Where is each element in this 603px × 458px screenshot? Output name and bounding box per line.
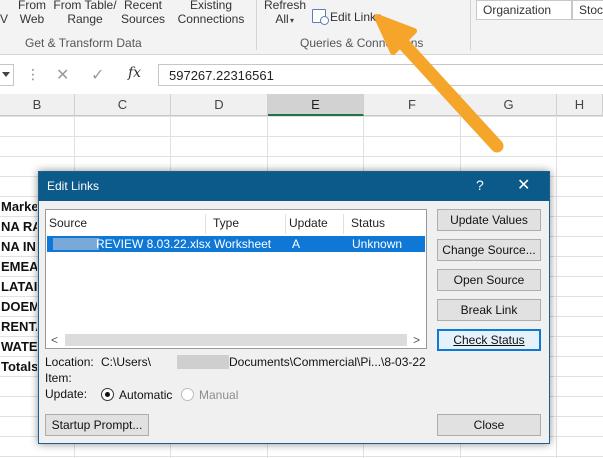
location-path: Documents\Commercial\Pi...\8-03-22: [229, 355, 426, 369]
existing-connections-line1: Existing: [189, 0, 233, 12]
break-link-button[interactable]: Break Link: [437, 299, 541, 321]
existing-connections-line2: Connections: [177, 12, 245, 26]
link-status: Unknown: [352, 237, 403, 251]
scroll-right-icon[interactable]: >: [413, 332, 420, 348]
get-transform-group-label: Get & Transform Data: [25, 36, 142, 50]
startup-prompt-button[interactable]: Startup Prompt...: [45, 414, 149, 436]
from-web-button[interactable]: From Web: [12, 0, 52, 28]
data-type-organization[interactable]: Organization: [476, 0, 572, 20]
formula-bar: ⋮ ✕ ✓ fx 597267.22316561: [0, 58, 603, 90]
header-type[interactable]: Type: [210, 214, 286, 234]
scroll-left-icon[interactable]: <: [51, 332, 58, 348]
recent-sources-line1: Recent: [123, 0, 163, 12]
confirm-entry-icon[interactable]: ✓: [91, 65, 104, 85]
insert-function-icon[interactable]: fx: [128, 65, 141, 81]
refresh-all-dropdown-icon: ▾: [290, 16, 295, 25]
manual-radio: [181, 388, 194, 401]
column-header-g[interactable]: G: [461, 94, 557, 116]
edit-links-button[interactable]: Edit Links: [310, 8, 388, 26]
cell-b[interactable]: RENTA: [1, 317, 37, 337]
dialog-title-bar: Edit Links ? ✕: [39, 172, 549, 201]
change-source-label: Change Source...: [442, 243, 536, 257]
group-separator: [470, 0, 471, 50]
formula-input[interactable]: 597267.22316561: [158, 64, 603, 86]
from-table-line1: From Table/: [53, 0, 117, 12]
cell-b[interactable]: NA RA: [1, 217, 37, 237]
update-values-label: Update Values: [450, 213, 528, 227]
close-button[interactable]: Close: [437, 414, 541, 436]
cell-b[interactable]: LATAI: [1, 277, 37, 297]
link-type: Worksheet: [214, 237, 272, 251]
close-icon[interactable]: ✕: [517, 175, 530, 195]
column-header-c[interactable]: C: [75, 94, 171, 116]
data-type-stocks[interactable]: Stoc: [572, 0, 603, 20]
cell-b[interactable]: Totals: [1, 357, 37, 377]
redacted-username: [177, 355, 229, 369]
column-header-d[interactable]: D: [171, 94, 268, 116]
from-web-line1: From: [18, 0, 46, 12]
cell-b[interactable]: EMEA: [1, 257, 37, 277]
location-label: Location:: [45, 355, 94, 369]
header-source[interactable]: Source: [46, 214, 206, 234]
cell-b[interactable]: NA IN: [1, 237, 37, 257]
header-status[interactable]: Status: [348, 214, 424, 234]
check-status-label: Check Status: [453, 333, 525, 347]
from-web-line2: Web: [19, 12, 45, 26]
ribbon-partial-button[interactable]: V: [0, 12, 8, 26]
header-update[interactable]: Update: [286, 214, 344, 234]
from-table-range-button[interactable]: From Table/ Range: [52, 0, 118, 28]
from-table-line2: Range: [67, 12, 103, 26]
edit-links-dialog: Edit Links ? ✕ Source Type Update Status…: [38, 171, 550, 444]
close-label: Close: [473, 418, 505, 432]
formula-bar-handle-icon: ⋮: [26, 66, 40, 82]
column-header-f[interactable]: F: [364, 94, 461, 116]
cancel-entry-icon[interactable]: ✕: [56, 65, 69, 85]
dialog-title: Edit Links: [47, 179, 100, 193]
edit-links-icon: [312, 9, 329, 25]
location-prefix: C:\Users\: [101, 355, 152, 369]
open-source-label: Open Source: [453, 273, 525, 287]
refresh-all-line2: All: [275, 12, 289, 26]
automatic-radio-label[interactable]: Automatic: [119, 388, 172, 402]
links-list[interactable]: Source Type Update Status REVIEW 8.03.22…: [45, 209, 427, 349]
existing-connections-button[interactable]: Existing Connections: [174, 0, 248, 28]
cell-b[interactable]: Marke: [1, 197, 37, 217]
item-label: Item:: [45, 371, 72, 385]
update-values-button[interactable]: Update Values: [437, 209, 541, 231]
edit-links-label: Edit Links: [330, 10, 383, 24]
startup-prompt-label: Startup Prompt...: [51, 418, 143, 432]
recent-sources-button[interactable]: Recent Sources: [118, 0, 168, 28]
scroll-thumb[interactable]: [65, 334, 407, 346]
automatic-radio[interactable]: [101, 388, 114, 401]
column-header-h[interactable]: H: [557, 94, 603, 116]
column-header-b[interactable]: B: [0, 94, 75, 116]
link-row[interactable]: REVIEW 8.03.22.xlsx Worksheet A Unknown: [47, 236, 425, 252]
ribbon: V From Web From Table/ Range Recent Sour…: [0, 0, 603, 55]
horizontal-scrollbar[interactable]: < >: [47, 332, 425, 348]
break-link-label: Break Link: [460, 303, 518, 317]
name-box[interactable]: [0, 64, 14, 86]
grid-line: [556, 116, 557, 458]
column-header-e[interactable]: E: [268, 94, 364, 116]
check-status-button[interactable]: Check Status: [437, 329, 541, 351]
refresh-all-line1: Refresh: [263, 0, 307, 12]
link-source: REVIEW 8.03.22.xlsx: [96, 237, 211, 251]
manual-radio-label: Manual: [199, 388, 239, 402]
change-source-button[interactable]: Change Source...: [437, 239, 541, 261]
recent-sources-line2: Sources: [120, 12, 166, 26]
name-box-dropdown-icon: [2, 72, 10, 77]
help-icon[interactable]: ?: [476, 177, 484, 193]
update-label: Update:: [45, 387, 88, 401]
group-separator: [256, 0, 257, 50]
link-update: A: [292, 237, 301, 251]
queries-connections-group-label: Queries & Connections: [300, 36, 424, 50]
redacted-filename: [53, 238, 99, 250]
open-source-button[interactable]: Open Source: [437, 269, 541, 291]
cell-b[interactable]: DOEM: [1, 297, 37, 317]
refresh-all-button[interactable]: Refresh All ▾: [262, 0, 308, 28]
cell-b[interactable]: WATE: [1, 337, 37, 357]
